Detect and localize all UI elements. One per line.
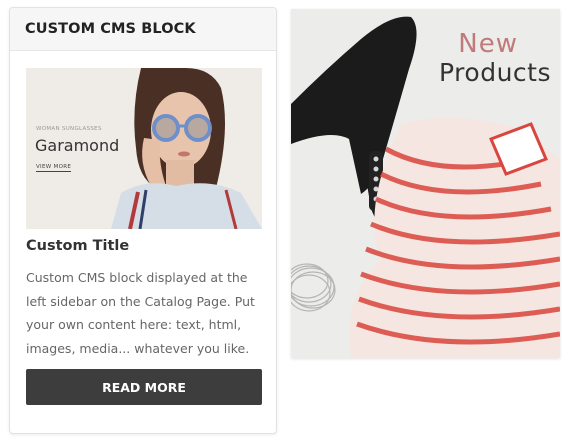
cms-body-text: Custom CMS block displayed at the left s… xyxy=(26,270,255,356)
custom-title: Custom Title xyxy=(26,238,130,254)
banner-products-label: Products xyxy=(439,58,551,87)
banner-title: Garamond xyxy=(35,136,120,155)
new-products-banner[interactable]: New Products xyxy=(291,9,560,358)
cms-block-title: CUSTOM CMS BLOCK xyxy=(25,21,196,37)
banner-view-more-link[interactable]: VIEW MORE xyxy=(36,164,72,172)
banner-small-label: WOMAN SUNGLASSES xyxy=(36,126,102,132)
banner-new-label: New xyxy=(458,29,518,59)
cms-block-header: CUSTOM CMS BLOCK xyxy=(10,8,276,51)
cms-block-card: CUSTOM CMS BLOCK WOMAN SUNGLASSES Garamo… xyxy=(9,7,277,434)
read-more-button[interactable]: READ MORE xyxy=(26,369,262,405)
sunglasses-banner[interactable]: WOMAN SUNGLASSES Garamond VIEW MORE xyxy=(26,68,262,229)
